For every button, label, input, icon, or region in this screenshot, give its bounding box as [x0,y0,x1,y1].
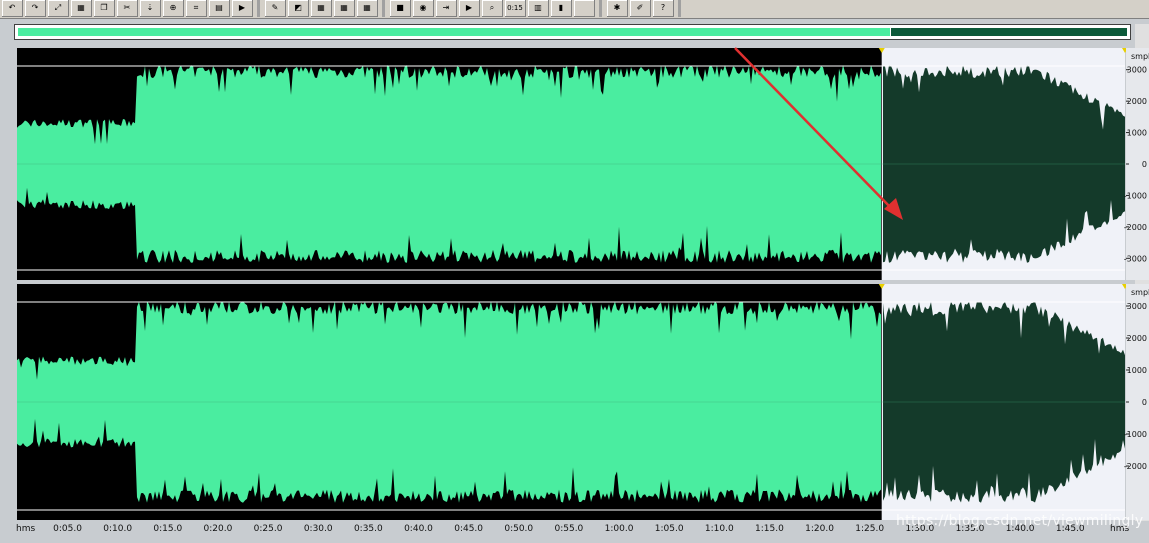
analyze-button[interactable]: ▥ [528,0,549,17]
overview-bar[interactable] [14,24,1131,40]
settings-icon: ✱ [613,3,621,12]
silence-button[interactable]: ▤ [209,0,230,17]
grid-view2-icon: ▦ [340,3,348,12]
pencil-button[interactable]: ✎ [265,0,286,17]
help-icon: ? [660,3,666,12]
play-icon: ▶ [465,3,473,12]
ruler-unit-label: hms [16,524,36,534]
toolbar-separator [257,0,260,17]
analyze-icon: ▥ [534,3,542,12]
ruler-tick-label: 0:50.0 [504,524,534,534]
ruler-tick-label: 1:25.0 [855,524,885,534]
ruler-tick-label: 0:30.0 [303,524,333,534]
select-all-button[interactable]: ▦ [71,0,92,17]
track2-level-label: 1000 [1127,366,1147,375]
toolbar-separator [382,0,385,17]
trim-icon: ⇣ [146,3,154,12]
ruler-tick-label: 1:00.0 [604,524,634,534]
play-button[interactable]: ▶ [459,0,480,17]
trim-button[interactable]: ⇣ [140,0,161,17]
zoom-icon: ⌕ [489,3,495,12]
ruler-tick-label: 0:15.0 [153,524,183,534]
select-all-icon: ▦ [77,3,85,12]
edit-button[interactable]: ✐ [630,0,651,17]
grid-view3-button[interactable]: ▦ [357,0,378,17]
track-divider [17,280,1125,284]
meter-icon: ▮ [558,3,564,12]
track1-unit-label: smpl [1131,52,1149,61]
record-icon: ■ [396,3,404,12]
toolbar-separator [678,0,681,17]
ruler-tick-label: 1:05.0 [654,524,684,534]
ruler-tick-label: 1:20.0 [805,524,834,534]
toolbar-separator [599,0,602,17]
waveform-svg[interactable]: smpl3000200010000-1000-2000-3000smpl3000… [0,44,1149,524]
zoom-full-button[interactable]: ⤢ [48,0,69,17]
redo-button[interactable]: ↷ [25,0,46,17]
ruler-tick-label: 0:35.0 [353,524,383,534]
time-button[interactable]: 0:15 [505,0,526,17]
track1-level-label: 1000 [1127,129,1147,138]
track2-level-label: 2000 [1127,334,1147,343]
overview-played [18,28,890,36]
play-icon: ▶ [238,3,246,12]
track1-level-label: 2000 [1127,97,1147,106]
ruler-tick-label: 0:45.0 [454,524,484,534]
silence-icon: ▤ [215,3,223,12]
overview-selection [891,28,1127,36]
cut-button[interactable]: ✂ [117,0,138,17]
meter-button[interactable]: ▮ [551,0,572,17]
zoom-full-icon: ⤢ [54,3,62,12]
ruler-tick-label: 0:55.0 [554,524,584,534]
copy-button[interactable]: ❐ [94,0,115,17]
cd-button[interactable]: ◉ [413,0,434,17]
ruler-tick-label: 0:25.0 [253,524,283,534]
draw-button[interactable]: ◩ [288,0,309,17]
grid-view-icon: ▦ [317,3,325,12]
mix-paste-button[interactable]: ⊕ [163,0,184,17]
cd-icon: ◉ [419,3,427,12]
edit-icon: ✐ [636,3,644,12]
ruler-tick-label: 0:05.0 [53,524,82,534]
crop-icon: ⌗ [193,3,199,12]
record-button[interactable]: ■ [390,0,411,17]
play-button[interactable]: ▶ [232,0,253,17]
waveform-area[interactable]: smpl 3000 2000 1000 0 -1000 -2000 -3000 smpl 3000… [0,44,1149,524]
time-icon: 0:15 [507,4,523,12]
mix-paste-icon: ⊕ [169,3,177,12]
blank-button[interactable] [574,0,595,17]
undo-icon: ↶ [8,3,16,12]
cut-icon: ✂ [123,3,131,12]
watermark-text: https://blog.csdn.net/viewmilingly [896,513,1144,529]
track2-level-label: 3000 [1127,302,1147,311]
pencil-icon: ✎ [271,3,279,12]
copy-icon: ❐ [100,3,108,12]
ruler-tick-label: 0:40.0 [404,524,433,534]
grid-view3-icon: ▦ [363,3,371,12]
track1-level-label: 0 [1142,160,1147,169]
import-icon: ⇥ [442,3,450,12]
crop-button[interactable]: ⌗ [186,0,207,17]
ruler-tick-label: 1:15.0 [755,524,784,534]
track1-level-label: 3000 [1127,66,1147,75]
import-button[interactable]: ⇥ [436,0,457,17]
undo-button[interactable]: ↶ [2,0,23,17]
track2-level-label: 0 [1142,398,1147,407]
grid-view2-button[interactable]: ▦ [334,0,355,17]
help-button[interactable]: ? [653,0,674,17]
ruler-tick-label: 0:10.0 [103,524,133,534]
redo-icon: ↷ [31,3,39,12]
toolbar: ↶ ↷ ⤢ ▦ ❐ ✂ ⇣ ⊕ ⌗ ▤ ▶ ✎ ◩ ▦ ▦ ▦ ■ ◉ ⇥ ▶ ⌕ 0:15 ▥ ▮ ✱ ✐? [0,0,1149,19]
zoom-button[interactable]: ⌕ [482,0,503,17]
track2-unit-label: smpl [1131,288,1149,297]
ruler-tick-label: 0:20.0 [203,524,233,534]
settings-button[interactable]: ✱ [607,0,628,17]
ruler-tick-label: 1:10.0 [704,524,734,534]
grid-view-button[interactable]: ▦ [311,0,332,17]
draw-icon: ◩ [294,3,302,12]
